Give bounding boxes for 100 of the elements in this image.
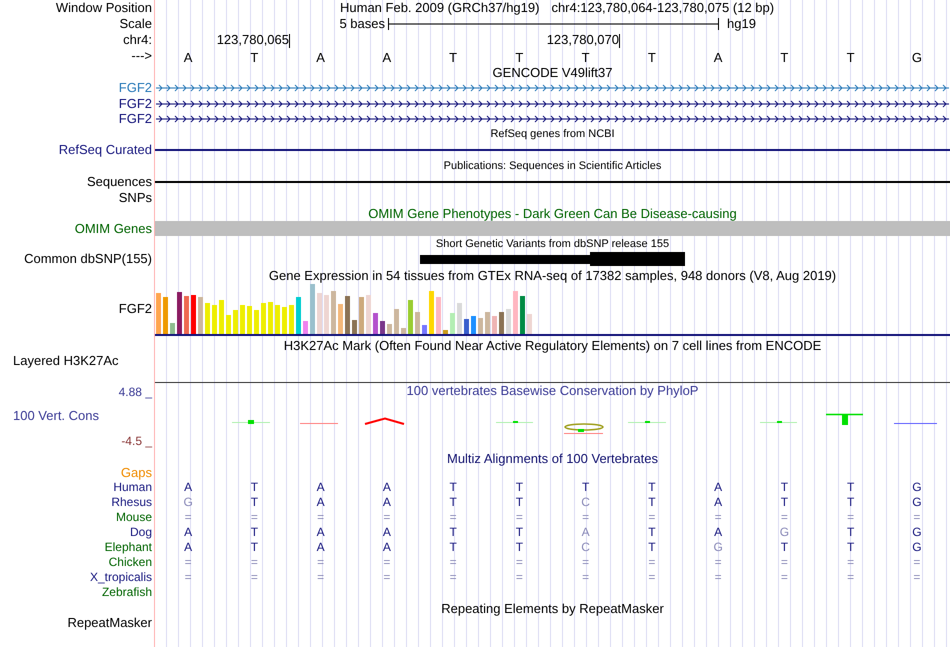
alignment-base: G xyxy=(911,540,923,555)
alignment-base: A xyxy=(382,525,392,540)
alignment-base: = xyxy=(514,570,524,585)
scale-text: 5 bases xyxy=(338,15,385,34)
alignment-base: = xyxy=(581,555,590,570)
species-label[interactable]: Human xyxy=(113,480,152,495)
alignment-base: T xyxy=(448,540,458,555)
alignment-base: T xyxy=(514,480,524,495)
alignment-base: = xyxy=(514,555,524,570)
base-letter: T xyxy=(448,49,458,67)
track-label[interactable]: OMIM Genes xyxy=(74,221,152,237)
axis-max-label: 4.88 _ xyxy=(118,384,152,400)
alignment-base: G xyxy=(182,495,194,510)
alignment-base: = xyxy=(912,510,922,525)
alignment-base: = xyxy=(448,570,458,585)
alignment-base: A xyxy=(316,495,326,510)
track-label[interactable]: Common dbSNP(155) xyxy=(24,251,152,267)
alignment-base: T xyxy=(580,480,590,495)
species-label[interactable]: Zebrafish xyxy=(102,585,152,600)
position-text: chr4:123,780,064-123,780,075 (12 bp) xyxy=(551,0,774,18)
scale-db-text: hg19 xyxy=(727,15,756,34)
alignment-base: T xyxy=(250,495,260,510)
alignment-base: A xyxy=(382,540,392,555)
coordinate-text: 123,780,065 xyxy=(216,31,289,50)
alignment-base: = xyxy=(316,510,326,525)
alignment-base: = xyxy=(184,570,193,585)
alignment-base: T xyxy=(647,495,657,510)
alignment-base: = xyxy=(448,555,458,570)
alignment-base: = xyxy=(912,555,922,570)
alignment-base: C xyxy=(580,495,591,510)
track-label[interactable]: Window Position xyxy=(56,0,152,16)
alignment-base: = xyxy=(382,510,392,525)
alignment-base: = xyxy=(714,570,723,585)
alignment-base: = xyxy=(382,570,392,585)
alignment-base: A xyxy=(183,540,194,555)
track-title: Repeating Elements by RepeatMasker xyxy=(441,600,664,616)
track-label[interactable]: Scale xyxy=(119,16,152,32)
alignment-base: T xyxy=(846,495,856,510)
alignment-base: T xyxy=(780,495,790,510)
alignment-base: A xyxy=(713,480,724,495)
alignment-base: G xyxy=(778,525,790,540)
track-label[interactable]: FGF2 xyxy=(118,96,152,112)
alignment-base: T xyxy=(514,525,524,540)
track-title: RefSeq genes from NCBI xyxy=(490,127,615,142)
species-label[interactable]: Rhesus xyxy=(111,495,152,510)
alignment-base: = xyxy=(250,555,259,570)
alignment-base: = xyxy=(912,570,922,585)
track-label[interactable]: SNPs xyxy=(118,190,152,206)
alignment-base: = xyxy=(316,555,326,570)
track-label[interactable]: Layered H3K27Ac xyxy=(13,353,119,369)
alignment-base: T xyxy=(448,480,458,495)
base-letter: A xyxy=(382,49,392,67)
base-letter: A xyxy=(182,49,194,67)
track-label[interactable]: Sequences xyxy=(86,174,152,190)
track-label[interactable]: FGF2 xyxy=(118,80,152,96)
species-label[interactable]: X_tropicalis xyxy=(90,570,152,585)
track-label[interactable]: RepeatMasker xyxy=(67,615,152,631)
base-letter: T xyxy=(249,49,260,67)
tick-mark xyxy=(289,34,290,48)
species-label[interactable]: Mouse xyxy=(116,510,152,525)
base-letter: T xyxy=(846,49,856,67)
base-letter: T xyxy=(580,49,591,67)
track-label[interactable]: RefSeq Curated xyxy=(58,142,152,158)
base-letter: T xyxy=(514,49,524,67)
alignment-base: = xyxy=(647,510,656,525)
track-label[interactable]: ---> xyxy=(131,48,152,64)
alignment-base: = xyxy=(581,570,590,585)
track-label[interactable]: FGF2 xyxy=(118,301,152,317)
alignment-base: A xyxy=(382,480,392,495)
alignment-base: T xyxy=(846,480,856,495)
alignment-base: T xyxy=(250,525,260,540)
species-label[interactable]: Dog xyxy=(130,525,152,540)
alignment-base: = xyxy=(714,510,723,525)
track-label[interactable]: 100 Vert. Cons xyxy=(0,408,99,424)
species-label[interactable]: Chicken xyxy=(108,555,152,570)
alignment-base: = xyxy=(184,555,193,570)
alignment-base: A xyxy=(580,525,591,540)
track-title: H3K27Ac Mark (Often Found Near Active Regulatory Elements) on 7 cell lines from ENCODE xyxy=(284,338,822,353)
base-letter: T xyxy=(779,49,790,67)
base-letter: A xyxy=(315,49,326,67)
alignment-base: = xyxy=(780,510,789,525)
alignment-base: T xyxy=(846,525,856,540)
alignment-base: T xyxy=(448,495,458,510)
alignment-base: = xyxy=(846,570,856,585)
base-letter: A xyxy=(712,49,724,67)
alignment-base: = xyxy=(514,510,524,525)
alignment-base: T xyxy=(514,540,524,555)
track-label[interactable]: chr4: xyxy=(123,32,152,48)
alignment-base: = xyxy=(647,570,656,585)
track-title: Gene Expression in 54 tissues from GTEx RNA-seq of 17382 samples, 948 donors (V8, Aug 2019) xyxy=(268,268,836,283)
alignment-base: G xyxy=(712,540,724,555)
coordinate-text: 123,780,070 xyxy=(546,31,619,50)
species-label[interactable]: Elephant xyxy=(104,540,152,555)
alignment-base: T xyxy=(647,525,657,540)
alignment-base: T xyxy=(780,540,790,555)
alignment-base: G xyxy=(911,480,923,495)
alignment-base: = xyxy=(846,555,856,570)
track-label[interactable]: FGF2 xyxy=(118,111,152,127)
track-title: Short Genetic Variants from dbSNP release 155 xyxy=(436,236,670,252)
track-title: 100 vertebrates Basewise Conservation by PhyloP xyxy=(406,383,698,399)
